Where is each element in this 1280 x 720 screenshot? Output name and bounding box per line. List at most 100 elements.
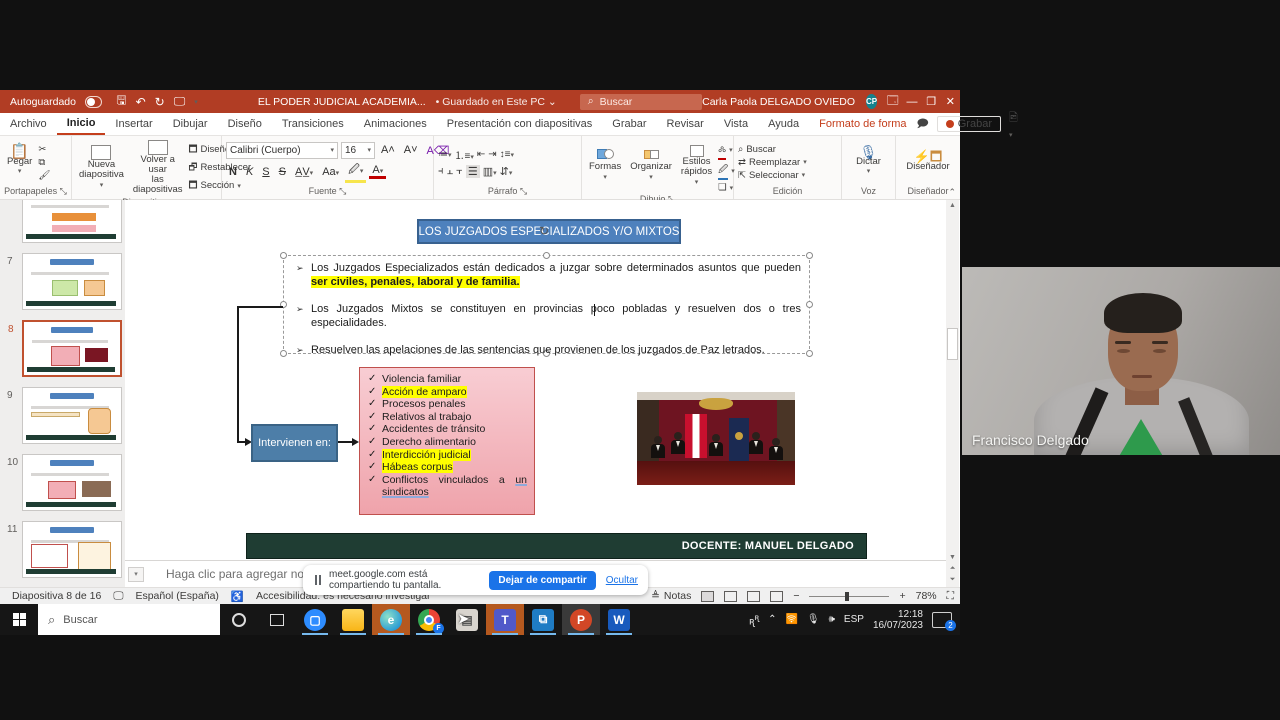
ribbon-tab[interactable]: Dibujar (163, 113, 218, 135)
numbering-icon[interactable]: ⒈≡▾ (455, 147, 474, 162)
quick-styles-button[interactable]: Estilos rápidos ▾ (678, 144, 715, 189)
italic-button[interactable]: K (243, 166, 256, 178)
clock[interactable]: 12:18 16/07/2023 (873, 609, 923, 631)
ribbon-tab[interactable]: Vista (714, 113, 758, 135)
record-button[interactable]: Grabar (936, 116, 1001, 132)
cortana-button[interactable] (220, 604, 258, 635)
change-case-button[interactable]: Aa▾ (319, 166, 342, 178)
user-name[interactable]: Carla Paola DELGADO OVIEDO (702, 96, 855, 108)
intervienen-box[interactable]: Intervienen en: (251, 424, 338, 462)
volume-icon[interactable]: 🕪 (829, 614, 835, 625)
slide-thumbnail[interactable]: 10 (7, 454, 122, 511)
docente-banner[interactable]: DOCENTE: MANUEL DELGADO (246, 533, 867, 559)
reading-view-icon[interactable] (747, 590, 761, 602)
ribbon-tab[interactable]: Ayuda (758, 113, 809, 135)
paste-button[interactable]: 📋 Pegar ▾ (4, 144, 35, 178)
slide-bullet-list[interactable]: ➢ Los Juzgados Especializados están dedic… (296, 261, 801, 370)
bullet-item[interactable]: ➢ Resuelven las apelaciones de las senten… (296, 343, 801, 357)
comments-icon[interactable]: 🗩 (917, 115, 929, 134)
edge-button[interactable]: e (372, 604, 410, 635)
ribbon-tab[interactable]: Archivo (0, 113, 57, 135)
slide-sorter-icon[interactable] (724, 590, 738, 602)
notes-placeholder[interactable]: Haga clic para agregar notas (166, 567, 320, 581)
arrange-button[interactable]: Organizar ▾ (627, 149, 675, 184)
notes-toggle[interactable]: ≜ Notas (651, 590, 691, 602)
maximize-button[interactable]: ❐ (922, 90, 941, 113)
ribbon-tab[interactable]: Animaciones (354, 113, 437, 135)
replace-button[interactable]: ⇄ Reemplazar ▾ (738, 157, 807, 168)
display-settings-icon[interactable]: 🖵 (113, 590, 123, 603)
new-slide-button[interactable]: Nueva diapositiva ▾ (76, 144, 127, 192)
vertical-scrollbar[interactable]: ▲ ▼ ⏶ ⏷ (946, 200, 959, 587)
shape-fill-icon[interactable]: 🝆 ▾ (718, 139, 735, 160)
ribbon-tab[interactable]: Grabar (602, 113, 656, 135)
bullet-item[interactable]: ➢ Los Juzgados Mixtos se constituyen en p… (296, 302, 801, 330)
character-spacing-button[interactable]: A̲V̲▾ (292, 166, 316, 178)
zoom-out-icon[interactable]: − (793, 590, 799, 602)
selection-handle[interactable] (280, 252, 287, 259)
slideshow-view-icon[interactable] (770, 590, 784, 602)
shape-outline-icon[interactable]: 🖉 ▾ (718, 162, 735, 180)
scrollbar-thumb[interactable] (947, 328, 958, 360)
powerpoint-button[interactable]: P (562, 604, 600, 635)
wifi-icon[interactable]: 🛜 (785, 614, 797, 625)
ribbon-display-icon[interactable]: 🗔 (883, 90, 902, 113)
decrease-indent-icon[interactable]: ⇤ (477, 149, 485, 160)
remote-app-button[interactable]: ⧉ (524, 604, 562, 635)
cut-icon[interactable]: ✂ (38, 144, 50, 155)
slide-thumbnail[interactable]: 11 (7, 521, 122, 578)
selection-handle[interactable] (543, 252, 550, 259)
collapse-ribbon-icon[interactable]: ⌃ (948, 187, 956, 198)
ribbon-tab[interactable]: Insertar (105, 113, 162, 135)
language-status[interactable]: Español (España) (135, 590, 218, 602)
fit-to-window-icon[interactable]: ⛶ (947, 590, 954, 603)
slideshow-icon[interactable]: 🖵 (174, 94, 186, 109)
zoom-in-icon[interactable]: + (899, 590, 905, 602)
shape-effects-icon[interactable]: ❏ ▾ (718, 182, 735, 193)
grow-font-button[interactable]: A˄ (378, 144, 398, 156)
ribbon-tab[interactable]: Inicio (56, 113, 106, 135)
zoom-app-button[interactable]: ▢ (296, 604, 334, 635)
people-icon[interactable]: ꭆꭆ (749, 612, 759, 627)
teams-button[interactable]: T (486, 604, 524, 635)
selection-handle[interactable] (806, 252, 813, 259)
avatar[interactable]: CP (866, 94, 878, 109)
normal-view-icon[interactable] (701, 590, 715, 602)
taskbar-search[interactable]: ⌕ Buscar (38, 604, 220, 635)
align-right-icon[interactable]: ⫟ (456, 165, 463, 178)
scroll-up-icon[interactable]: ▲ (946, 202, 959, 209)
start-button[interactable] (0, 604, 38, 635)
justify-icon[interactable]: ☰ (465, 164, 480, 178)
select-button[interactable]: ⇱ Seleccionar ▾ (738, 170, 805, 181)
slide-thumbnail[interactable]: 8 (8, 320, 122, 377)
zoom-percentage[interactable]: 78% (916, 590, 937, 602)
bullet-item[interactable]: ➢ Los Juzgados Especializados están dedic… (296, 261, 801, 289)
qat-more-icon[interactable]: ▾ (194, 98, 198, 106)
underline-button[interactable]: S (259, 166, 272, 178)
font-size-combo[interactable]: 16 ▾ (341, 141, 375, 159)
share-icon[interactable]: 🖻 ▾ (1009, 109, 1018, 140)
align-left-icon[interactable]: ⫞ (438, 165, 444, 178)
increase-indent-icon[interactable]: ⇥ (488, 149, 496, 160)
microphone-tray-icon[interactable]: 🎙 (807, 614, 820, 625)
bold-button[interactable]: N (226, 166, 240, 178)
ribbon-tab[interactable]: Revisar (657, 113, 714, 135)
bullets-icon[interactable]: ≔▾ (438, 149, 452, 160)
word-button[interactable]: W (600, 604, 638, 635)
ribbon-tab[interactable]: Formato de forma (809, 113, 916, 135)
zoom-slider-thumb[interactable] (845, 591, 850, 601)
shapes-button[interactable]: Formas ▾ (586, 148, 624, 184)
columns-icon[interactable]: ▥▾ (483, 165, 497, 178)
rotate-handle-icon[interactable]: ↻ (539, 224, 549, 238)
titlebar-search[interactable]: ⌕ Buscar (579, 93, 703, 110)
ribbon-tab[interactable]: Presentación con diapositivas (437, 113, 603, 135)
copy-icon[interactable]: ⧉ (38, 157, 50, 168)
text-highlight-button[interactable]: 🖉▾ (345, 161, 367, 183)
tray-expand-icon[interactable]: ⌃ (768, 614, 776, 625)
close-button[interactable]: ✕ (941, 90, 960, 113)
minimize-button[interactable]: — (902, 90, 921, 113)
slide-thumbnail[interactable] (22, 200, 122, 243)
scroll-down-icon[interactable]: ▼ (946, 554, 959, 561)
slide-thumbnail[interactable]: 9 (7, 387, 122, 444)
selection-handle[interactable] (280, 350, 287, 357)
